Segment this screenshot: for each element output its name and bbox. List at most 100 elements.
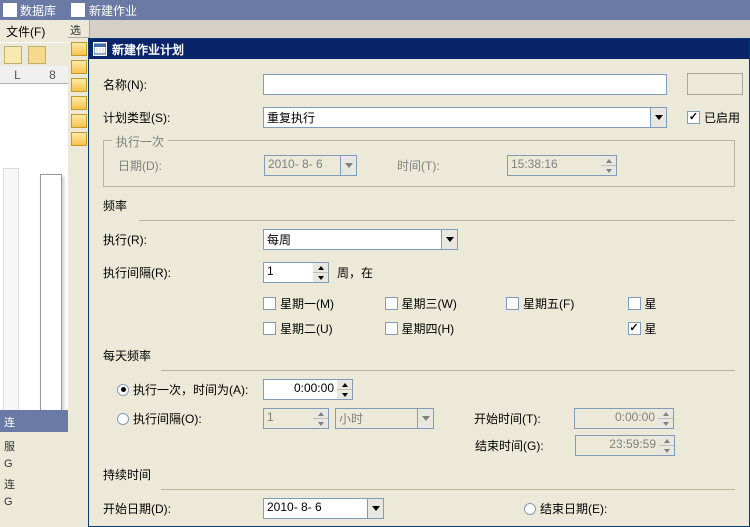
duration-start-label: 开始日期(D): [103,500,263,517]
mid-title: 新建作业 [89,2,137,19]
freq-exec-value: 每周 [263,229,441,250]
freq-interval-spinner[interactable]: 1 [263,262,329,283]
mid-app-icon [71,3,85,17]
spin-up-icon[interactable] [313,263,328,273]
spin-up-icon [659,436,674,446]
spin-up-icon [601,156,616,166]
chevron-down-icon[interactable] [650,107,667,128]
freq-line [139,220,735,221]
daily-once-time[interactable]: 0:00:00 [263,379,353,400]
mid-left-header: 选 [68,20,89,38]
spin-down-icon [658,419,673,428]
toolbar-btn-1[interactable] [4,46,22,64]
chk-wednesday[interactable]: 星期三(W) [385,295,507,312]
type-value: 重复执行 [263,107,650,128]
name-side-button[interactable] [687,73,743,95]
daily-start-time: 0:00:00 [574,408,674,429]
mid-left-pane: 选 [68,20,90,527]
freq-interval-suffix: 周，在 [337,264,373,281]
spin-up-icon [658,409,673,419]
chk-extra-1[interactable]: 星 [628,295,750,312]
duration-line [161,489,735,490]
menu-file[interactable]: 文件(F) [6,23,45,40]
chk-friday[interactable]: 星期五(F) [506,295,628,312]
freq-exec-label: 执行(R): [103,231,263,248]
duration-title: 持续时间 [89,466,749,483]
dlg-titlebar: 新建作业计划 [89,39,749,59]
mid-titlebar: 新建作业 [68,0,750,20]
days-row-2: 星期二(U) 星期四(H) 星 [89,320,749,337]
type-label: 计划类型(S): [103,109,263,126]
spin-down-icon[interactable] [313,273,328,282]
spin-down-icon[interactable] [337,390,352,399]
radio-dot[interactable] [117,413,129,425]
dlg-body: 名称(N): 计划类型(S): 重复执行 已启用 执行一次 日期(D): [89,59,749,526]
enabled-label: 已启用 [704,109,740,126]
once-time-label: 时间(T): [397,157,507,174]
chk-thursday[interactable]: 星期四(H) [385,320,507,337]
chevron-down-icon[interactable] [367,498,384,519]
radio-daily-once[interactable]: 执行一次，时间为(A): [117,381,263,398]
bg-panel-title: 连 [0,412,70,432]
type-combo[interactable]: 重复执行 [263,107,667,128]
tree-icon-1[interactable] [71,42,87,56]
daily-once-value[interactable]: 0:00:00 [263,379,337,400]
tree-icon-3[interactable] [71,78,87,92]
daily-title: 每天频率 [89,347,749,364]
daily-interval-value: 1 [263,408,313,429]
once-time-spinner: 15:38:16 [507,155,617,176]
chevron-down-icon[interactable] [441,229,458,250]
freq-interval-label: 执行间隔(R): [103,264,263,281]
chk-extra-2[interactable]: 星 [628,320,750,337]
bg-title: 数据库 [20,2,56,19]
tree-icon-6[interactable] [71,132,87,146]
daily-interval-spinner: 1 [263,408,329,429]
name-label: 名称(N): [103,76,263,93]
daily-end-label: 结束时间(G): [475,437,575,454]
group-once-label: 执行一次 [112,133,168,150]
once-date-picker: 2010- 8- 6 [264,155,357,176]
once-date-label: 日期(D): [118,157,264,174]
dlg-title: 新建作业计划 [112,41,184,58]
radio-daily-interval[interactable]: 执行间隔(O): [117,410,263,427]
once-time-value: 15:38:16 [507,155,601,176]
row-type: 计划类型(S): 重复执行 已启用 [89,107,749,128]
chevron-down-icon [340,155,357,176]
calendar-icon [93,42,107,56]
daily-end-time: 23:59:59 [575,435,675,456]
bg-bottom-panel: 连 服 G 连 G [0,410,70,527]
chevron-down-icon [417,408,434,429]
bg-horiz-ruler: L 8 [0,66,70,84]
chk-monday[interactable]: 星期一(M) [263,295,385,312]
toolbar-btn-2[interactable] [28,46,46,64]
radio-end-date[interactable]: 结束日期(E): [524,500,607,517]
row-name: 名称(N): [89,73,749,95]
bg-titlebar: 数据库 [0,0,70,20]
daily-start-label: 开始时间(T): [474,410,574,427]
enabled-checkbox[interactable] [687,111,700,124]
enabled-checkbox-wrap[interactable]: 已启用 [687,109,740,126]
bg-app-icon [3,3,17,17]
tree-icon-4[interactable] [71,96,87,110]
daily-line [161,370,735,371]
daily-interval-unit: 小时 [335,408,434,429]
days-row-1: 星期一(M) 星期三(W) 星期五(F) 星 [89,295,749,312]
schedule-dialog: 新建作业计划 名称(N): 计划类型(S): 重复执行 已启用 执行一次 [88,38,750,527]
background-window: 数据库 文件(F) L 8 连 服 G 连 G [0,0,70,527]
row-freq-interval: 执行间隔(R): 1 周，在 [89,262,749,283]
duration-start-date[interactable]: 2010- 8- 6 [263,498,384,519]
bg-menubar[interactable]: 文件(F) [0,20,70,42]
name-input[interactable] [263,74,667,95]
row-freq-exec: 执行(R): 每周 [89,229,749,250]
tree-icon-2[interactable] [71,60,87,74]
freq-interval-value[interactable]: 1 [263,262,313,283]
spin-up-icon[interactable] [337,380,352,390]
freq-exec-combo[interactable]: 每周 [263,229,458,250]
tree-icon-5[interactable] [71,114,87,128]
chk-tuesday[interactable]: 星期二(U) [263,320,385,337]
radio-dot[interactable] [524,503,536,515]
group-execute-once: 执行一次 日期(D): 2010- 8- 6 时间(T): 15:38:16 [103,140,735,187]
spin-up-icon [313,409,328,419]
radio-dot[interactable] [117,384,129,396]
row-duration-start: 开始日期(D): 2010- 8- 6 结束日期(E): [89,498,749,519]
